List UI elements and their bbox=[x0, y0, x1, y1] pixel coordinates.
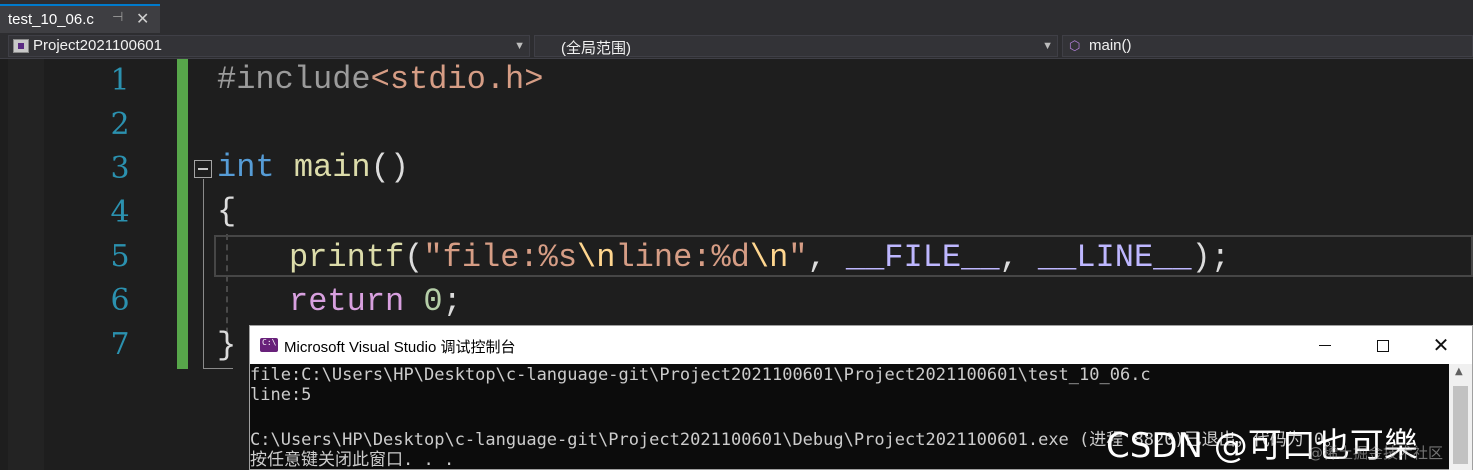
separator: , bbox=[999, 239, 1038, 276]
close-button[interactable]: ✕ bbox=[1412, 326, 1470, 364]
console-output-line: file:C:\Users\HP\Desktop\c-language-git\… bbox=[250, 365, 1151, 385]
minimize-icon bbox=[1319, 345, 1331, 346]
close-icon: ✕ bbox=[1432, 333, 1450, 357]
maximize-button[interactable] bbox=[1354, 326, 1412, 364]
string-literal: " bbox=[788, 239, 808, 276]
console-scrollbar[interactable]: ▲ bbox=[1449, 364, 1472, 470]
scroll-up-icon[interactable]: ▲ bbox=[1455, 366, 1463, 377]
line-macro: __LINE__ bbox=[1037, 239, 1192, 276]
console-title: Microsoft Visual Studio 调试控制台 bbox=[284, 339, 516, 356]
project-dropdown[interactable]: Project2021100601 ▼ bbox=[8, 35, 530, 57]
number-literal: 0 bbox=[423, 283, 443, 320]
function-name: main bbox=[293, 149, 371, 186]
document-tab[interactable]: test_10_06.c ⊣ ✕ bbox=[0, 4, 160, 33]
project-dropdown-label: Project2021100601 bbox=[33, 37, 162, 54]
code-line-5: printf("file:%s\nline:%d\n", __FILE__, _… bbox=[289, 239, 1230, 276]
tab-close-icon[interactable]: ✕ bbox=[136, 9, 149, 28]
preprocessor-directive: #include bbox=[217, 61, 371, 98]
line-number: 1 bbox=[110, 63, 130, 98]
chevron-down-icon: ▼ bbox=[514, 40, 525, 52]
include-header: <stdio.h> bbox=[370, 61, 544, 98]
chevron-down-icon: ▼ bbox=[1042, 40, 1053, 52]
close-brace: } bbox=[217, 327, 237, 364]
open-paren: ( bbox=[404, 239, 424, 276]
collapse-toggle-icon[interactable] bbox=[194, 160, 212, 178]
keyword-int: int bbox=[217, 149, 275, 186]
change-tracking-bar bbox=[177, 59, 188, 369]
escape-sequence: \n bbox=[749, 239, 789, 276]
line-number: 7 bbox=[110, 327, 130, 362]
document-tab-strip: test_10_06.c ⊣ ✕ bbox=[0, 0, 1473, 33]
open-brace: { bbox=[217, 193, 237, 230]
semicolon: ; bbox=[442, 283, 462, 320]
project-icon bbox=[13, 39, 29, 53]
scope-dropdown-label: (全局范围) bbox=[561, 40, 631, 57]
navigation-bar: Project2021100601 ▼ (全局范围) ▼ ⬡ main() bbox=[0, 33, 1473, 59]
code-line-4: { bbox=[217, 193, 236, 230]
printf-call: printf bbox=[289, 239, 405, 276]
code-line-3: int main() bbox=[217, 149, 409, 186]
line-number: 6 bbox=[110, 283, 130, 318]
pin-icon[interactable]: ⊣ bbox=[112, 10, 123, 25]
console-app-icon bbox=[260, 338, 278, 352]
code-line-6: return 0; bbox=[289, 283, 462, 320]
outline-guide-end bbox=[203, 368, 233, 369]
parens: () bbox=[370, 149, 410, 186]
console-output-line: 按任意键关闭此窗口. . . bbox=[250, 450, 455, 470]
scope-dropdown[interactable]: (全局范围) ▼ bbox=[534, 35, 1058, 57]
line-number: 2 bbox=[110, 107, 130, 142]
juejin-watermark: @稀土掘金技术社区 bbox=[1308, 444, 1444, 462]
scroll-thumb[interactable] bbox=[1453, 386, 1468, 464]
code-line-7: } bbox=[217, 327, 236, 364]
outline-guide bbox=[203, 179, 204, 369]
escape-sequence: \n bbox=[577, 239, 616, 276]
console-output-line: line:5 bbox=[250, 385, 312, 405]
indicator-margin bbox=[8, 59, 44, 470]
string-literal: line:%d bbox=[615, 239, 750, 276]
member-dropdown[interactable]: ⬡ main() bbox=[1062, 35, 1473, 57]
minimize-button[interactable] bbox=[1296, 326, 1354, 364]
member-dropdown-label: main() bbox=[1089, 37, 1132, 54]
line-number: 3 bbox=[110, 151, 130, 186]
function-cube-icon: ⬡ bbox=[1069, 38, 1081, 53]
code-line-1: #include<stdio.h> bbox=[217, 61, 543, 98]
file-macro: __FILE__ bbox=[845, 239, 1000, 276]
maximize-icon bbox=[1377, 339, 1389, 352]
keyword-return: return bbox=[289, 283, 405, 320]
close-paren: ); bbox=[1191, 239, 1230, 276]
console-title-bar[interactable]: Microsoft Visual Studio 调试控制台 ✕ bbox=[250, 326, 1472, 364]
line-number: 5 bbox=[110, 239, 130, 274]
line-number: 4 bbox=[110, 195, 130, 230]
document-tab-label: test_10_06.c bbox=[8, 11, 94, 28]
separator: , bbox=[807, 239, 846, 276]
string-literal: "file:%s bbox=[423, 239, 578, 276]
